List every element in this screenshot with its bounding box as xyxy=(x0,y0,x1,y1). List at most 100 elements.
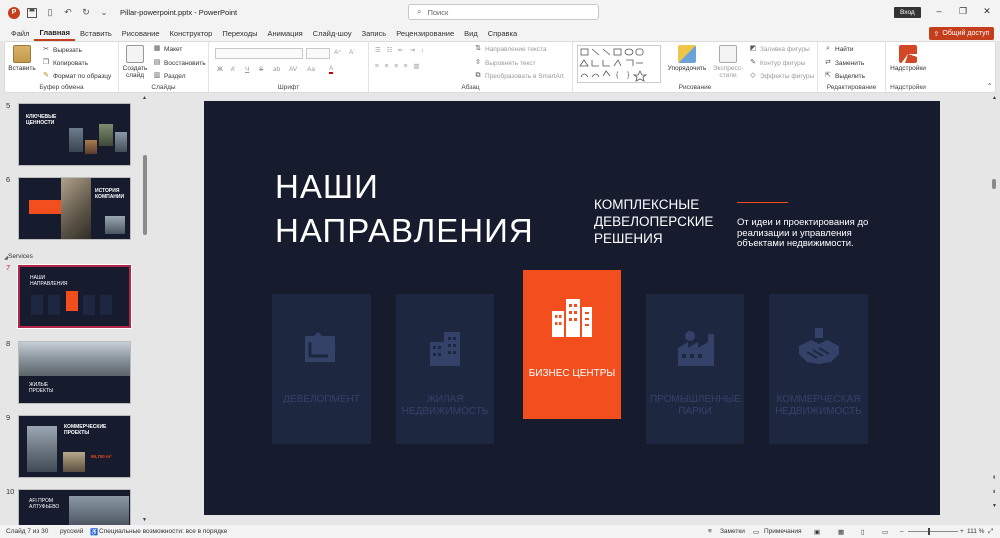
list-buttons-icon[interactable]: ☰ ☷ ⇤ ⇥ ↕ xyxy=(375,46,426,54)
search-input[interactable]: ⌕ Поиск xyxy=(408,4,599,20)
italic-button[interactable]: К xyxy=(231,66,235,73)
slide-title[interactable]: НАШИ НАПРАВЛЕНИЯ xyxy=(275,165,533,253)
scrollbar-thumb[interactable] xyxy=(143,155,147,235)
slide-thumbnail-8[interactable]: ЖИЛЫЕ ПРОЕКТЫ xyxy=(18,341,131,404)
notes-icon[interactable]: ≡ xyxy=(708,528,712,535)
char-spacing-button[interactable]: AV xyxy=(289,66,297,73)
normal-view-icon[interactable]: ▣ xyxy=(814,528,820,536)
arrange-button[interactable]: Упорядочить xyxy=(668,45,706,72)
slide-subtitle[interactable]: КОМПЛЕКСНЫЕ ДЕВЕЛОПЕРСКИЕ РЕШЕНИЯ xyxy=(594,196,724,247)
restore-icon[interactable]: ❐ xyxy=(956,4,970,18)
minimize-icon[interactable]: – xyxy=(932,4,946,18)
tab-10[interactable]: Вид xyxy=(459,25,483,41)
text-direction-button[interactable]: ⇅ Направление текста xyxy=(474,45,547,53)
card-commercial[interactable]: КОММЕРЧЕСКАЯ НЕДВИЖИМОСТЬ xyxy=(769,294,868,444)
section-button[interactable]: ▥ Раздел xyxy=(153,72,186,80)
quick-styles-button[interactable]: Экспресс-стили xyxy=(709,45,747,79)
accessibility-icon[interactable]: ♿ xyxy=(90,528,98,536)
tab-0[interactable]: Файл xyxy=(6,25,34,41)
shape-fill-button[interactable]: ◩ Заливка фигуры xyxy=(749,45,810,53)
tab-4[interactable]: Конструктор xyxy=(165,25,218,41)
autosave-toggle-icon[interactable]: ▯ xyxy=(44,7,56,19)
zoom-slider-thumb[interactable] xyxy=(928,528,930,535)
tab-2[interactable]: Вставить xyxy=(75,25,117,41)
comments-button[interactable]: Примечания xyxy=(764,528,802,535)
comments-icon[interactable]: ▭ xyxy=(753,528,759,536)
reading-view-icon[interactable]: ▯ xyxy=(861,528,865,536)
card-development[interactable]: ДЕВЕЛОПМЕНТ xyxy=(272,294,371,444)
layout-button[interactable]: ▦ Макет xyxy=(153,45,183,53)
slide-description[interactable]: От идеи и проектирования до реализации и… xyxy=(737,217,872,250)
new-slide-button[interactable]: Создать слайд xyxy=(122,45,148,79)
reset-button[interactable]: ▤ Восстановить xyxy=(153,59,206,67)
share-button[interactable]: ⇪ Общий доступ xyxy=(929,27,994,40)
zoom-level[interactable]: 111 % xyxy=(967,528,984,535)
shadow-button[interactable]: ab xyxy=(273,66,280,73)
shape-effects-button[interactable]: ◇ Эффекты фигуры xyxy=(749,72,814,80)
tab-3[interactable]: Рисование xyxy=(117,25,165,41)
shapes-gallery[interactable]: {} xyxy=(577,45,661,83)
section-name[interactable]: Services xyxy=(8,253,33,260)
font-size-select[interactable] xyxy=(306,48,330,59)
close-icon[interactable]: ✕ xyxy=(980,4,994,18)
card-residential[interactable]: ЖИЛАЯ НЕДВИЖИМОСТЬ xyxy=(396,294,494,444)
underline-button[interactable]: Ч xyxy=(245,66,249,73)
slide-canvas[interactable]: НАШИ НАПРАВЛЕНИЯ КОМПЛЕКСНЫЕ ДЕВЕЛОПЕРСК… xyxy=(204,101,940,515)
zoom-out-icon[interactable]: – xyxy=(900,528,904,535)
slide-thumbnail-7[interactable]: НАШИ НАПРАВЛЕНИЯ xyxy=(17,264,132,329)
next-slide-icon[interactable]: ⇟ xyxy=(992,489,996,495)
align-buttons-icon[interactable]: ≡ ≡ ≡ ≡ ▥ xyxy=(375,62,422,70)
slide-thumbnail-10[interactable]: AFI ПРОМ АЛТУФЬЕВО xyxy=(18,489,131,525)
find-button[interactable]: ⌕ Найти xyxy=(824,45,854,53)
scrollbar-thumb[interactable] xyxy=(992,179,996,189)
zoom-in-icon[interactable]: + xyxy=(960,528,964,535)
slide-thumbnail-5[interactable]: КЛЮЧЕВЫЕ ЦЕННОСТИ xyxy=(18,103,131,166)
scroll-up-icon[interactable]: ▲ xyxy=(992,95,997,101)
language-indicator[interactable]: русский xyxy=(60,528,83,535)
bold-button[interactable]: Ж xyxy=(217,66,223,73)
grow-font-icon[interactable]: A ^ xyxy=(334,49,341,56)
copy-button[interactable]: ❐ Копировать xyxy=(42,59,88,67)
shrink-font-icon[interactable]: Aˇ xyxy=(349,49,355,56)
tab-6[interactable]: Анимация xyxy=(263,25,308,41)
tab-5[interactable]: Переходы xyxy=(217,25,262,41)
smartart-button[interactable]: ⧉ Преобразовать в SmartArt xyxy=(474,72,564,80)
scroll-down-icon[interactable]: ▼ xyxy=(142,517,147,523)
fit-slide-icon[interactable]: ⤢ xyxy=(988,528,993,536)
accessibility-status[interactable]: Специальные возможности: все в порядке xyxy=(99,528,227,535)
scroll-up-icon[interactable]: ▲ xyxy=(142,95,147,101)
scroll-down-icon[interactable]: ▼ xyxy=(992,503,997,509)
align-text-button[interactable]: ⇳ Выровнять текст xyxy=(474,59,536,67)
font-color-icon[interactable]: A xyxy=(329,65,334,74)
tab-8[interactable]: Запись xyxy=(357,25,392,41)
tab-9[interactable]: Рецензирование xyxy=(391,25,459,41)
collapse-ribbon-icon[interactable]: ⌃ xyxy=(987,82,992,90)
shape-outline-button[interactable]: ✎ Контур фигуры xyxy=(749,59,805,67)
card-industrial-parks[interactable]: ПРОМЫШЛЕННЫЕ ПАРКИ xyxy=(646,294,744,444)
font-family-select[interactable] xyxy=(215,48,303,59)
redo-icon[interactable]: ↻ xyxy=(80,7,92,19)
paste-button[interactable]: Вставить xyxy=(8,45,36,72)
tab-11[interactable]: Справка xyxy=(483,25,522,41)
slide-scrollbar[interactable]: ▲ ⇞ ⇟ ▼ xyxy=(991,95,999,525)
prev-slide-icon[interactable]: ⇞ xyxy=(992,475,996,481)
tab-1[interactable]: Главная xyxy=(34,25,75,41)
card-business-centers[interactable]: БИЗНЕС ЦЕНТРЫ xyxy=(523,270,621,419)
select-button[interactable]: ⇱ Выделить xyxy=(824,72,865,80)
notes-button[interactable]: Заметки xyxy=(720,528,745,535)
zoom-slider[interactable] xyxy=(908,528,958,535)
slide-thumbnail-6[interactable]: ИСТОРИЯ КОМПАНИИ xyxy=(18,177,131,240)
slideshow-view-icon[interactable]: ▭ xyxy=(882,528,888,536)
save-icon[interactable] xyxy=(26,7,38,19)
sorter-view-icon[interactable]: ▦ xyxy=(838,528,844,536)
thumbnail-scrollbar[interactable]: ▲ ▼ xyxy=(142,95,148,525)
undo-icon[interactable]: ↶ xyxy=(62,7,74,19)
format-painter-button[interactable]: ✎ Формат по образцу xyxy=(42,72,111,80)
strikethrough-button[interactable]: S xyxy=(259,66,263,73)
cut-button[interactable]: ✂ Вырезать xyxy=(42,46,82,54)
addins-button[interactable]: Надстройки xyxy=(890,45,926,72)
quick-access-menu-icon[interactable]: ⌄ xyxy=(98,7,110,19)
change-case-button[interactable]: Aa xyxy=(307,66,315,73)
slide-thumbnail-9[interactable]: КОММЕРЧЕСКИЕ ПРОЕКТЫ 95,700 m² xyxy=(18,415,131,478)
signin-button[interactable]: Вход xyxy=(894,7,921,18)
